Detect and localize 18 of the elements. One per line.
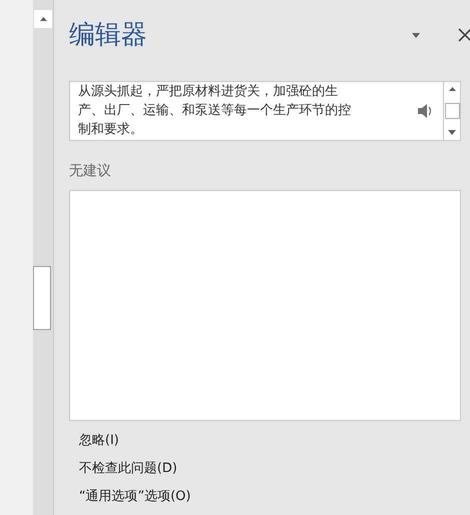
sentence-text: 产、出厂、运输、和泵送等每一个生产环节的控 xyxy=(78,102,352,120)
action-link[interactable]: 忽略(I) xyxy=(79,431,119,451)
close-button[interactable] xyxy=(458,28,470,42)
action-link[interactable]: 不检查此问题(D) xyxy=(79,459,178,479)
vertical-scrollbar[interactable] xyxy=(33,0,53,515)
close-icon xyxy=(458,28,470,42)
scroll-down-icon xyxy=(448,130,456,135)
sentence-box[interactable]: 从源头抓起，严把原材料进货关，加强砼的生 产、出厂、运输、和泵送等每一个生产环节的控 制和要求。 xyxy=(69,81,461,141)
scroll-up-icon xyxy=(40,17,46,21)
dropdown-icon xyxy=(412,32,420,38)
sentence-text: 从源头抓起，严把原材料进货关，加强砼的生 xyxy=(78,83,339,101)
action-link[interactable]: “通用选项”选项(O) xyxy=(79,487,191,507)
pane-title: 编辑器 xyxy=(69,22,147,48)
suggestions-heading: 无建议 xyxy=(69,162,112,181)
scroll-up-icon xyxy=(448,87,456,91)
sentence-text: 制和要求。 xyxy=(78,121,144,139)
scrollbar-thumb[interactable] xyxy=(33,266,51,330)
sentence-scrollbar[interactable] xyxy=(443,82,460,140)
